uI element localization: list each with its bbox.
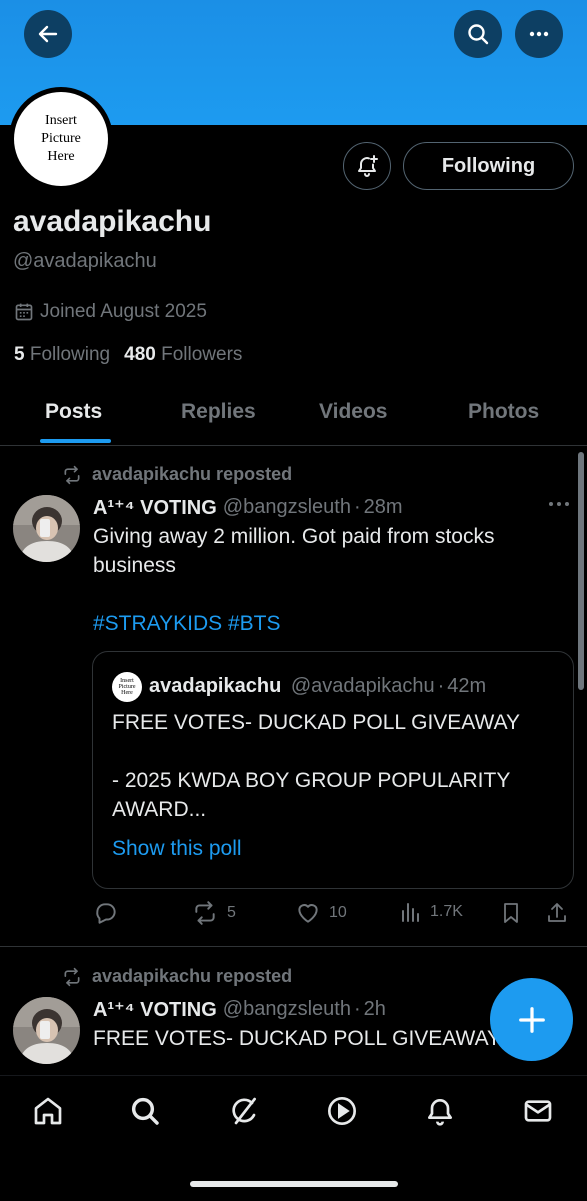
- post-header: A¹⁺⁴ VOTING @bangzsleuth · 2h: [93, 997, 386, 1022]
- quote-line-1: FREE VOTES- DUCKAD POLL GIVEAWAY: [112, 711, 521, 734]
- post-actions: 5 10 1.7K: [93, 900, 573, 930]
- like-count: 10: [329, 904, 347, 921]
- more-options-button[interactable]: [515, 10, 563, 58]
- views-icon: [402, 903, 419, 922]
- followers-stat[interactable]: 480 Followers: [124, 344, 242, 366]
- like-button[interactable]: 10: [295, 900, 347, 926]
- grok-icon: [232, 1097, 256, 1125]
- post-author-name[interactable]: A¹⁺⁴ VOTING: [93, 997, 217, 1022]
- calendar-icon: [15, 303, 33, 321]
- nav-search[interactable]: [128, 1094, 162, 1128]
- nav-messages[interactable]: [521, 1094, 555, 1128]
- quote-author-name: avadapikachu: [149, 675, 282, 697]
- post-hashtags[interactable]: #STRAYKIDS #BTS: [93, 609, 563, 638]
- following-count: 5: [14, 344, 25, 365]
- nav-grok[interactable]: [227, 1094, 261, 1128]
- tab-posts[interactable]: Posts: [45, 400, 102, 424]
- search-icon: [468, 24, 489, 45]
- followers-count: 480: [124, 344, 156, 365]
- repost-count: 5: [227, 904, 236, 921]
- repost-icon: [64, 967, 80, 986]
- post-time[interactable]: 2h: [364, 998, 386, 1021]
- avatar-placeholder-text: Insert Picture Here: [14, 92, 108, 186]
- post-author-handle[interactable]: @bangzsleuth: [223, 496, 351, 519]
- following-button[interactable]: Following: [403, 142, 574, 190]
- show-poll-link[interactable]: Show this poll: [112, 837, 242, 861]
- nav-video[interactable]: [325, 1094, 359, 1128]
- bookmark-button[interactable]: [499, 900, 523, 926]
- repost-indicator: avadapikachu reposted: [62, 464, 292, 485]
- back-arrow-icon: [38, 25, 58, 43]
- post-author-handle[interactable]: @bangzsleuth: [223, 998, 351, 1021]
- compose-button[interactable]: [490, 978, 573, 1061]
- plus-icon: [518, 1006, 545, 1033]
- reply-icon: [96, 903, 116, 924]
- nav-notifications[interactable]: [423, 1094, 457, 1128]
- post-time[interactable]: 28m: [364, 496, 403, 519]
- tab-videos[interactable]: Videos: [319, 400, 387, 424]
- quote-body: FREE VOTES- DUCKAD POLL GIVEAWAY - 2025 …: [112, 708, 562, 824]
- quoted-post[interactable]: Insert Picture Here avadapikachu @avadap…: [92, 651, 574, 889]
- following-label: Following: [29, 344, 111, 365]
- home-icon: [34, 1097, 62, 1125]
- following-stat[interactable]: 5 Following: [14, 344, 110, 366]
- search-button[interactable]: [454, 10, 502, 58]
- tab-replies[interactable]: Replies: [181, 400, 256, 424]
- repost-button[interactable]: 5: [191, 900, 236, 926]
- like-icon: [298, 904, 318, 923]
- profile-handle: @avadapikachu: [13, 250, 157, 272]
- profile-stats: 5 Following 480 Followers: [14, 344, 242, 366]
- post-author-name[interactable]: A¹⁺⁴ VOTING: [93, 495, 217, 520]
- reply-button[interactable]: [93, 900, 119, 926]
- joined-text: Joined August 2025: [40, 301, 207, 322]
- quote-time: 42m: [447, 675, 487, 697]
- profile-tabs: Posts Replies Videos Photos: [0, 388, 587, 446]
- meta-separator: ·: [437, 675, 445, 697]
- repost-label: avadapikachu reposted: [92, 966, 293, 986]
- repost-label: avadapikachu reposted: [92, 464, 293, 484]
- play-icon: [328, 1097, 356, 1125]
- quote-author-handle: @avadapikachu: [290, 675, 435, 697]
- more-icon: [529, 31, 549, 37]
- repost-icon: [64, 465, 80, 484]
- home-indicator[interactable]: [190, 1181, 398, 1187]
- active-tab-indicator: [40, 439, 111, 443]
- repost-icon: [195, 901, 215, 925]
- quote-line-2: - 2025 KWDA BOY GROUP POPULARITY AWARD..…: [112, 769, 510, 821]
- meta-separator: ·: [353, 998, 361, 1020]
- more-icon: [549, 502, 569, 506]
- post-author-avatar[interactable]: [13, 495, 80, 562]
- profile-avatar[interactable]: Insert Picture Here: [9, 87, 113, 191]
- messages-icon: [524, 1100, 552, 1122]
- followers-label: Followers: [161, 344, 243, 365]
- post-divider: [0, 946, 587, 947]
- quote-avatar: Insert Picture Here: [112, 672, 142, 702]
- post-more-button[interactable]: [548, 497, 570, 511]
- post-text: Giving away 2 million. Got paid from sto…: [93, 525, 495, 577]
- notify-button[interactable]: [343, 142, 391, 190]
- post-author-avatar[interactable]: [13, 997, 80, 1064]
- bell-plus-icon: [358, 155, 378, 177]
- share-button[interactable]: [545, 900, 569, 926]
- views-button[interactable]: 1.7K: [398, 900, 463, 924]
- quote-header: avadapikachu @avadapikachu · 42m: [149, 675, 486, 698]
- views-count: 1.7K: [430, 903, 463, 920]
- bookmark-icon: [504, 903, 518, 923]
- back-button[interactable]: [24, 10, 72, 58]
- joined-date: Joined August 2025: [14, 301, 207, 323]
- post-header: A¹⁺⁴ VOTING @bangzsleuth · 28m: [93, 495, 403, 520]
- post-body: Giving away 2 million. Got paid from sto…: [93, 522, 563, 638]
- meta-separator: ·: [353, 496, 361, 518]
- notifications-icon: [428, 1099, 452, 1126]
- nav-home[interactable]: [31, 1094, 65, 1128]
- repost-indicator: avadapikachu reposted: [62, 966, 292, 987]
- profile-name: avadapikachu: [13, 205, 212, 238]
- scrollbar[interactable]: [578, 452, 584, 690]
- tab-photos[interactable]: Photos: [468, 400, 539, 424]
- share-icon: [548, 903, 566, 922]
- search-icon: [131, 1097, 159, 1125]
